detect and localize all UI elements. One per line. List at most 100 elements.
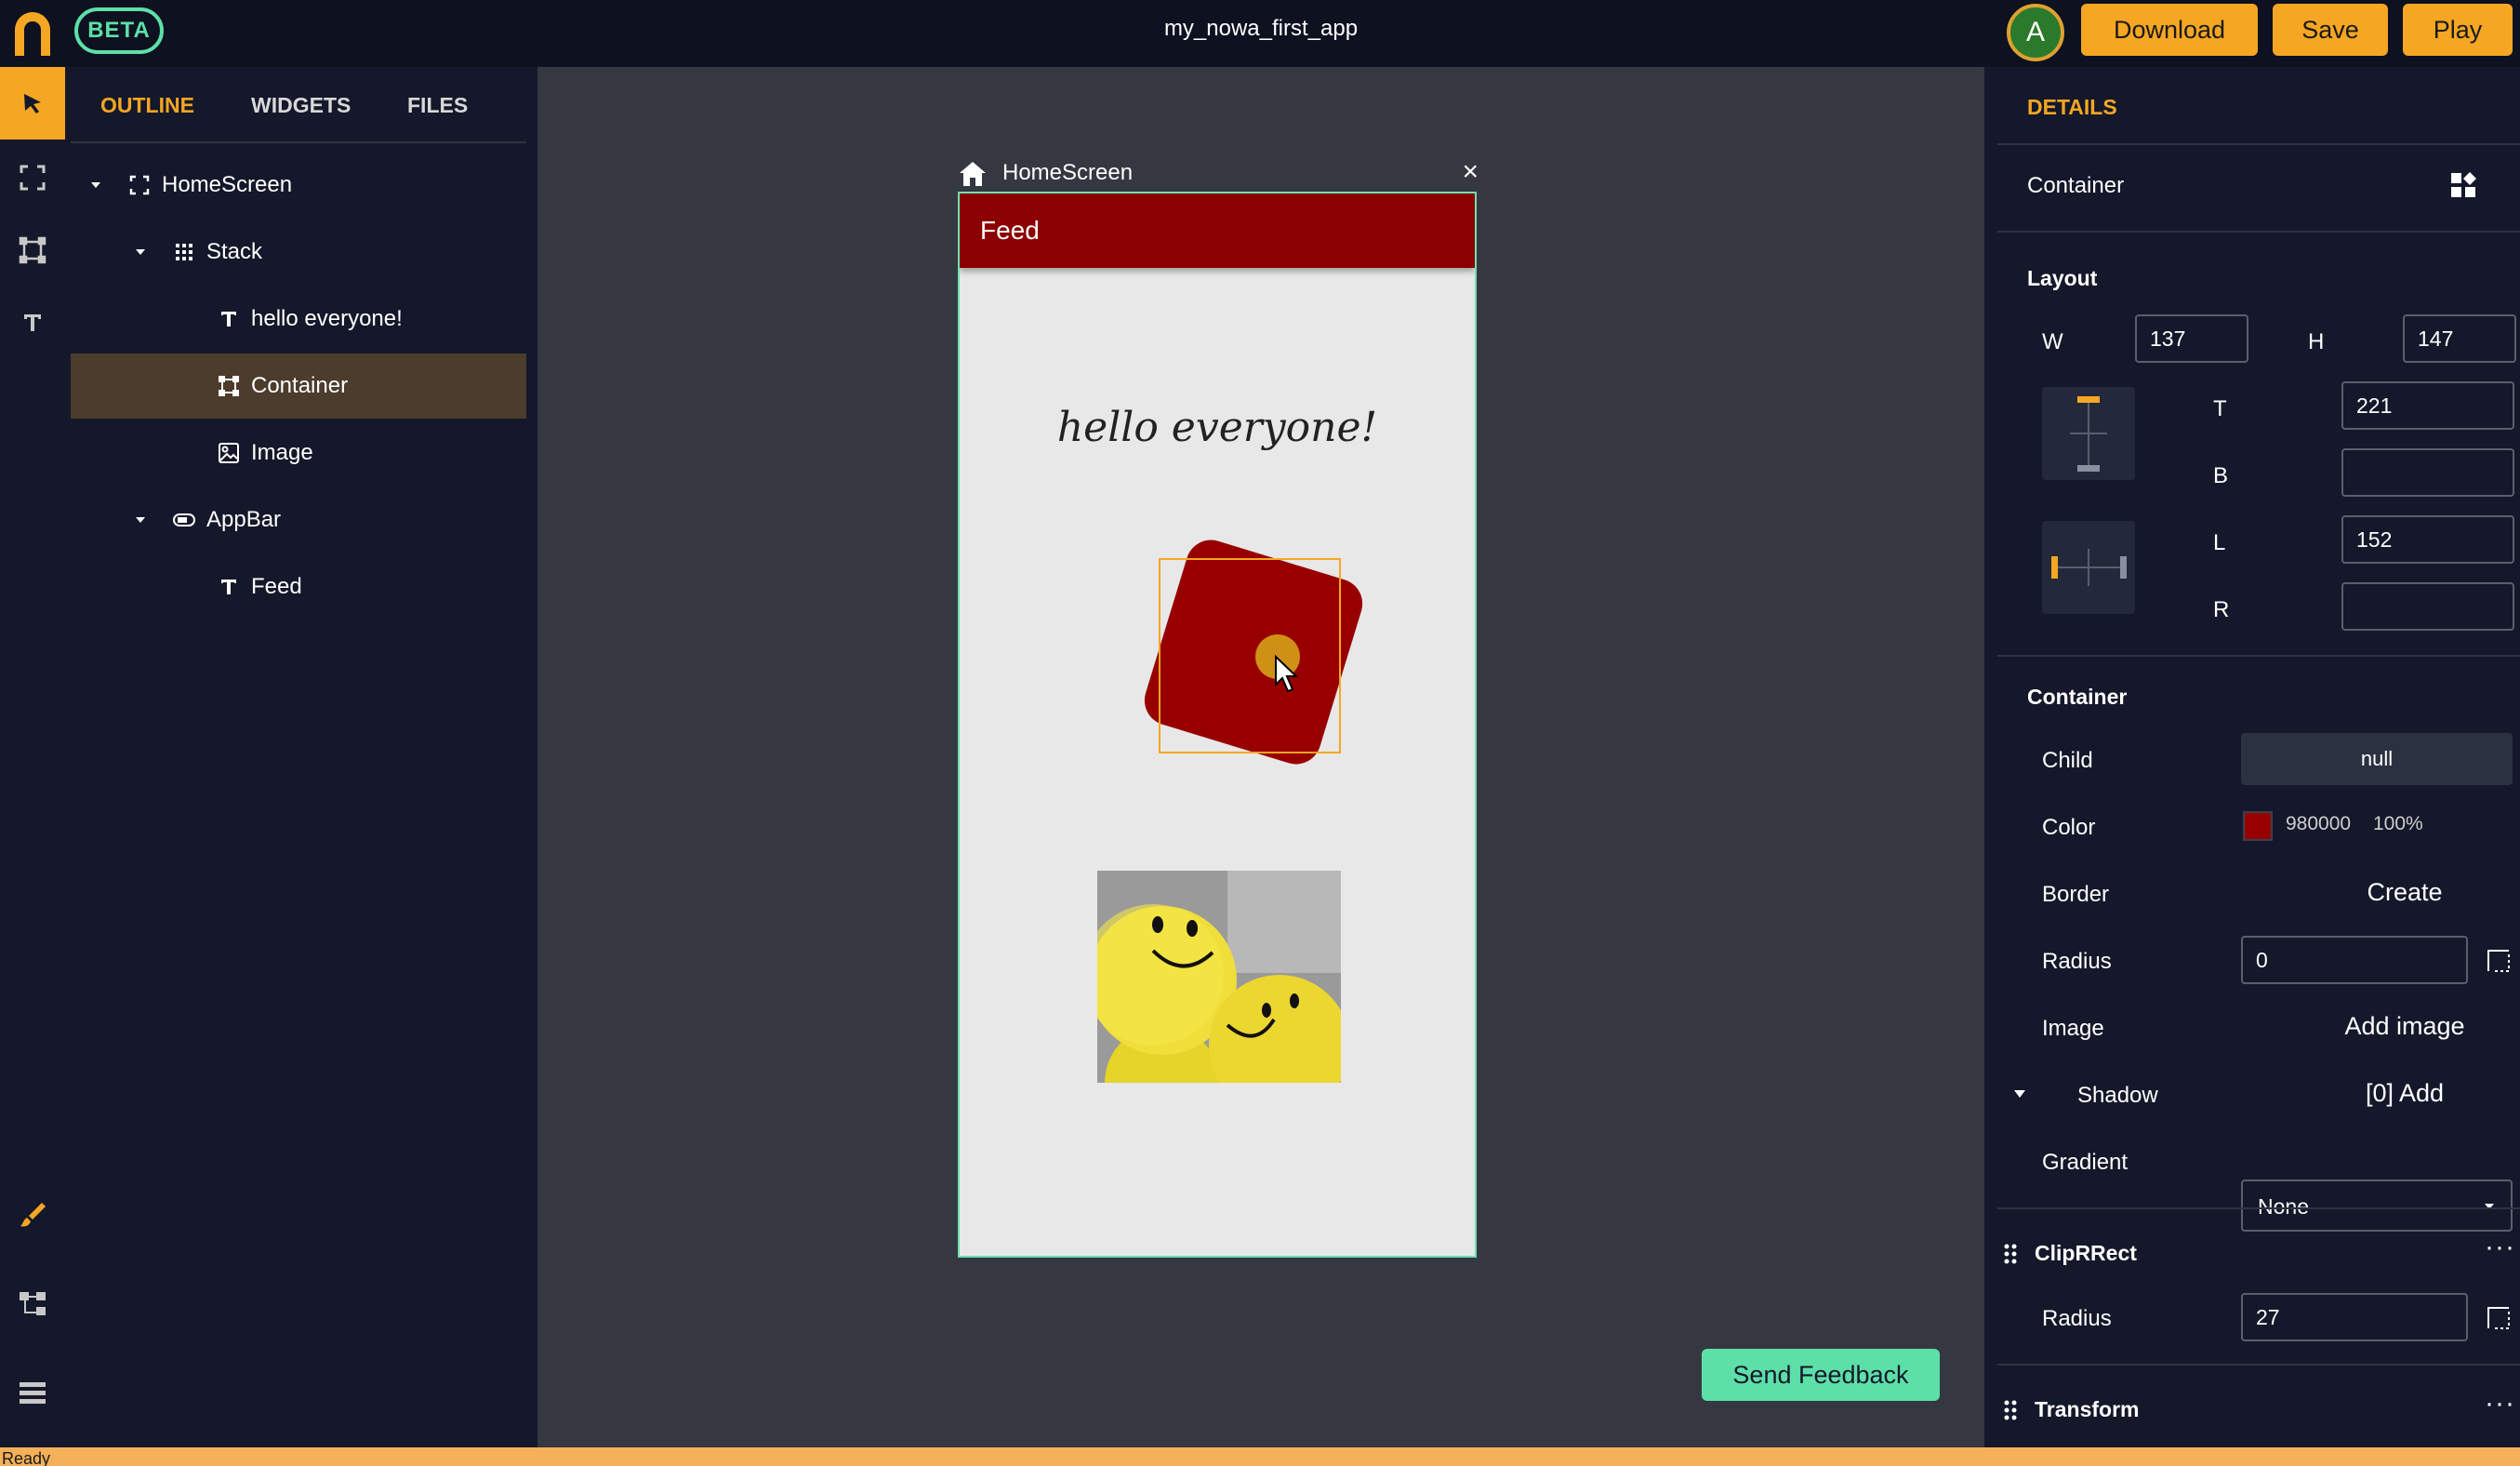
hello-text[interactable]: hello everyone! [960, 404, 1475, 451]
container-icon [216, 373, 242, 399]
select-tool-button[interactable] [0, 67, 65, 140]
tree-item-label: Container [251, 373, 349, 398]
caret-down-icon[interactable] [87, 177, 104, 193]
left-input[interactable]: 152 [2341, 515, 2514, 564]
width-label: W [2042, 329, 2063, 354]
divider [1997, 1364, 2520, 1366]
widget-picker-icon[interactable] [2449, 171, 2477, 199]
tool-rail [0, 67, 65, 1447]
preview-appbar[interactable]: Feed [960, 193, 1475, 268]
color-opacity-value[interactable]: 100% [2373, 813, 2423, 835]
nowa-logo-icon[interactable] [9, 9, 56, 58]
details-header: DETAILS [2027, 95, 2117, 119]
cliprrect-section-title: ClipRRect [2035, 1241, 2137, 1265]
container-icon [19, 236, 46, 264]
pointer-icon [24, 94, 41, 113]
left-tabs: OUTLINE WIDGETS FILES [71, 67, 526, 143]
corner-radius-icon[interactable] [2487, 949, 2511, 973]
send-feedback-button[interactable]: Send Feedback [1702, 1349, 1940, 1401]
download-button[interactable]: Download [2081, 4, 2258, 56]
more-options-icon[interactable]: ··· [2485, 1232, 2515, 1263]
shadow-label: Shadow [2077, 1083, 2158, 1108]
brush-icon [20, 1203, 46, 1227]
tree-item-stack[interactable]: Stack [71, 220, 526, 285]
tree-item-label: hello everyone! [251, 306, 403, 331]
right-label: R [2213, 597, 2230, 622]
play-button[interactable]: Play [2403, 4, 2513, 56]
selection-outline [1159, 558, 1341, 753]
add-image-button[interactable]: Add image [2312, 1012, 2498, 1041]
border-label: Border [2042, 882, 2110, 907]
radius-input[interactable]: 0 [2241, 936, 2468, 984]
drag-handle-icon[interactable] [2003, 1243, 2018, 1265]
appbar-icon [171, 507, 197, 533]
more-options-icon[interactable]: ··· [2485, 1388, 2515, 1419]
gradient-label: Gradient [2042, 1150, 2129, 1175]
tree-tool-button[interactable] [0, 1267, 65, 1339]
vertical-anchor-control[interactable] [2042, 387, 2135, 480]
cliprrect-radius-input[interactable]: 27 [2241, 1293, 2468, 1341]
tree-item-container[interactable]: Container [71, 353, 526, 419]
child-selector-button[interactable]: null [2241, 733, 2513, 785]
horizontal-anchor-control[interactable] [2042, 521, 2135, 614]
smiley-balls-image[interactable] [1097, 871, 1341, 1083]
left-panel: OUTLINE WIDGETS FILES HomeScreen Stack h… [65, 67, 537, 1447]
divider [1997, 231, 2520, 233]
tree-item-label: Image [251, 440, 313, 465]
text-icon [24, 314, 41, 331]
beta-badge: BETA [74, 7, 164, 54]
image-icon [216, 440, 242, 466]
container-section-title: Container [2027, 685, 2128, 709]
text-icon [216, 574, 242, 600]
tab-widgets[interactable]: WIDGETS [251, 93, 351, 118]
divider [1997, 655, 2520, 657]
color-swatch[interactable] [2243, 811, 2273, 841]
theme-tool-button[interactable] [0, 1178, 65, 1250]
transform-section-title: Transform [2035, 1397, 2140, 1421]
caret-down-icon[interactable] [132, 244, 149, 260]
save-button[interactable]: Save [2273, 4, 2388, 56]
gradient-select[interactable]: None [2241, 1179, 2513, 1232]
height-input[interactable]: 147 [2403, 314, 2516, 363]
right-input[interactable] [2341, 582, 2514, 631]
status-text: Ready [2, 1449, 51, 1466]
phone-preview[interactable]: Feed hello everyone! [958, 192, 1477, 1258]
width-input[interactable]: 137 [2135, 314, 2248, 363]
add-shadow-button[interactable]: [0] Add [2330, 1079, 2479, 1108]
caret-down-icon[interactable] [2012, 1088, 2027, 1100]
left-label: L [2213, 530, 2226, 555]
tree-item-feed[interactable]: Feed [71, 554, 526, 620]
mouse-cursor-icon [1275, 655, 1299, 693]
bottom-label: B [2213, 463, 2229, 488]
tab-outline[interactable]: OUTLINE [100, 93, 194, 118]
chevron-down-icon [2485, 1204, 2494, 1209]
bottom-input[interactable] [2341, 448, 2514, 497]
avatar[interactable]: A [2007, 4, 2064, 61]
container-tool-button[interactable] [0, 214, 65, 287]
close-icon[interactable]: × [1462, 158, 1479, 186]
layout-section-title: Layout [2027, 266, 2098, 290]
screen-name[interactable]: HomeScreen [1002, 160, 1133, 186]
create-border-button[interactable]: Create [2340, 878, 2470, 907]
top-input[interactable]: 221 [2341, 381, 2514, 430]
tree-item-appbar[interactable]: AppBar [71, 487, 526, 553]
fullscreen-icon [20, 165, 46, 191]
drag-handle-icon[interactable] [2003, 1399, 2018, 1421]
divider [1997, 1207, 2520, 1209]
tree-item-hello-text[interactable]: hello everyone! [71, 287, 526, 352]
fullscreen-icon [126, 172, 153, 198]
tree-item-label: Stack [206, 239, 263, 264]
tab-files[interactable]: FILES [407, 93, 468, 118]
grid-icon [171, 239, 197, 265]
widget-name: Container [2027, 173, 2125, 198]
list-icon [20, 1382, 46, 1404]
caret-down-icon[interactable] [132, 512, 149, 528]
list-tool-button[interactable] [0, 1356, 65, 1429]
tree-item-image[interactable]: Image [71, 420, 526, 486]
tree-item-homescreen[interactable]: HomeScreen [71, 153, 526, 218]
corner-radius-icon[interactable] [2487, 1306, 2511, 1330]
frame-tool-button[interactable] [0, 141, 65, 214]
color-hex-value[interactable]: 980000 [2286, 813, 2351, 835]
text-tool-button[interactable] [0, 287, 65, 359]
project-title: my_nowa_first_app [1163, 16, 1359, 41]
